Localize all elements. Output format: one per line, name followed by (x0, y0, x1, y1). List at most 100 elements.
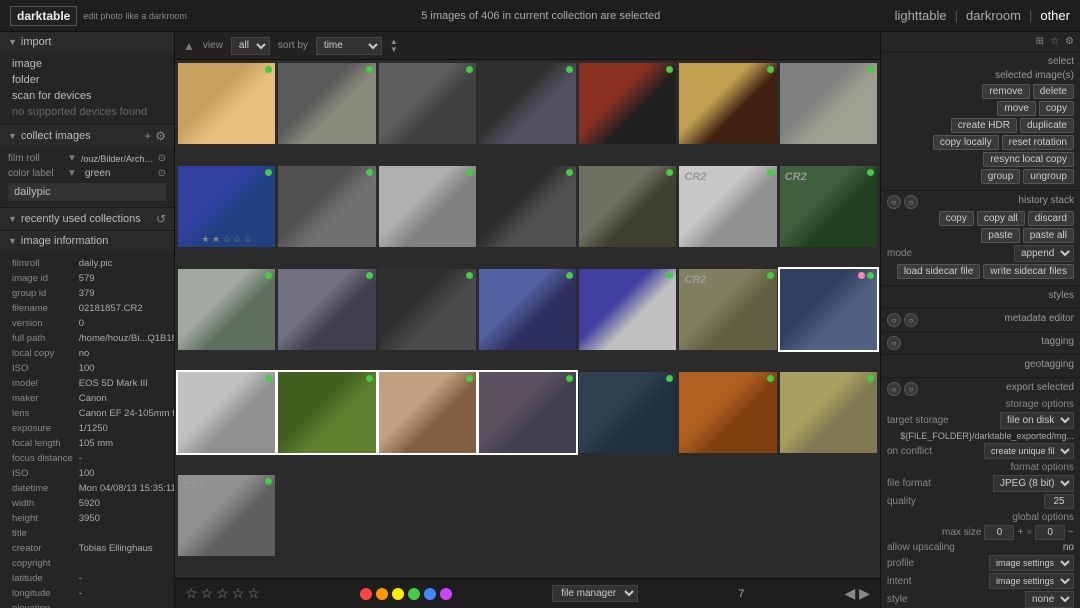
discard-button[interactable]: discard (1028, 211, 1074, 226)
nav-lighttable[interactable]: lighttable (895, 8, 947, 23)
right-gear-icon[interactable]: ⚙ (1065, 36, 1074, 47)
target-select[interactable]: file on disk (1000, 412, 1074, 429)
profile-select[interactable]: image settings (989, 555, 1074, 571)
conflict-select[interactable]: create unique filename (984, 443, 1074, 459)
photo-cell[interactable]: ★ ★ ☆ ☆ ☆ (178, 166, 275, 247)
photo-cell[interactable]: CR2 (178, 475, 275, 556)
photo-cell[interactable] (278, 269, 375, 350)
star-4[interactable]: ☆ (232, 585, 245, 602)
color-green[interactable] (408, 588, 420, 600)
collect-header[interactable]: ▼ collect images + ⚙ (0, 125, 174, 147)
mode-select[interactable]: append replace (1014, 245, 1074, 262)
copy-hist-button[interactable]: copy (939, 211, 974, 226)
scroll-right-icon[interactable]: ▶ (859, 585, 870, 601)
quality-input[interactable] (1044, 494, 1074, 509)
minus-icon[interactable]: − (1068, 527, 1074, 538)
copy-locally-button[interactable]: copy locally (933, 135, 999, 150)
photo-cell[interactable] (379, 269, 476, 350)
recently-header[interactable]: ▼ recently used collections ↺ (0, 208, 174, 230)
file-manager-select[interactable]: file manager (552, 585, 638, 602)
move-button[interactable]: move (997, 101, 1035, 116)
photo-cell[interactable]: CR2 (679, 269, 776, 350)
nav-darkroom[interactable]: darkroom (966, 8, 1021, 23)
color-blue[interactable] (424, 588, 436, 600)
recently-refresh-icon[interactable]: ↺ (156, 212, 166, 226)
sort-direction[interactable]: ▲ ▼ (390, 38, 398, 54)
right-grid-icon[interactable]: ⊞ (1036, 36, 1044, 47)
import-header[interactable]: ▼ import (0, 32, 174, 52)
photo-cell[interactable]: CR2 (679, 166, 776, 247)
color-yellow[interactable] (392, 588, 404, 600)
photo-cell[interactable] (479, 269, 576, 350)
create-hdr-button[interactable]: create HDR (951, 118, 1017, 133)
copy-button[interactable]: copy (1039, 101, 1074, 116)
write-sidecar-button[interactable]: write sidecar files (983, 264, 1074, 279)
photo-cell[interactable] (479, 372, 576, 453)
photo-cell[interactable] (780, 372, 877, 453)
photo-cell[interactable] (479, 63, 576, 144)
photo-cell[interactable] (479, 166, 576, 247)
import-scan[interactable]: scan for devices (8, 88, 166, 104)
scroll-left-icon[interactable]: ◀ (845, 585, 856, 601)
collect-settings-icon[interactable]: ⚙ (155, 129, 166, 143)
meta-toggle-1[interactable]: ○ (887, 313, 901, 327)
photo-cell[interactable]: CR2 (780, 166, 877, 247)
photo-cell[interactable] (379, 63, 476, 144)
photo-cell[interactable] (178, 269, 275, 350)
export-toggle-2[interactable]: ○ (904, 382, 918, 396)
sort-select[interactable]: time filename rating (316, 37, 382, 55)
photo-cell[interactable] (379, 166, 476, 247)
photo-cell[interactable] (178, 63, 275, 144)
photo-cell[interactable] (278, 63, 375, 144)
photo-cell[interactable] (379, 372, 476, 453)
reset-rotation-button[interactable]: reset rotation (1002, 135, 1074, 150)
photo-cell[interactable] (178, 372, 275, 453)
load-sidecar-button[interactable]: load sidecar file (897, 264, 980, 279)
format-select[interactable]: JPEG (8 bit) (993, 475, 1074, 492)
color-purple[interactable] (440, 588, 452, 600)
photo-cell[interactable] (780, 63, 877, 144)
meta-toggle-2[interactable]: ○ (904, 313, 918, 327)
star-1[interactable]: ☆ (185, 585, 198, 602)
max-h-input[interactable] (1035, 525, 1065, 540)
right-star-icon[interactable]: ☆ (1050, 36, 1059, 47)
image-info-header[interactable]: ▼ image information (0, 231, 174, 251)
plus-icon[interactable]: + (1017, 527, 1023, 538)
import-folder[interactable]: folder (8, 72, 166, 88)
color-orange[interactable] (376, 588, 388, 600)
photo-cell[interactable] (780, 269, 877, 350)
photo-cell[interactable] (579, 166, 676, 247)
photo-cell[interactable] (278, 372, 375, 453)
scroll-arrows[interactable]: ◀ ▶ (845, 585, 870, 602)
history-toggle-1[interactable]: ○ (887, 195, 901, 209)
export-toggle-1[interactable]: ○ (887, 382, 901, 396)
intent-select[interactable]: image settings (989, 573, 1074, 589)
duplicate-button[interactable]: duplicate (1020, 118, 1074, 133)
paste-all-button[interactable]: paste all (1023, 228, 1074, 243)
bottom-stars[interactable]: ☆ ☆ ☆ ☆ ☆ (185, 585, 260, 602)
view-select[interactable]: all (231, 37, 270, 55)
remove-button[interactable]: remove (982, 84, 1029, 99)
photo-cell[interactable] (679, 372, 776, 453)
delete-button[interactable]: delete (1033, 84, 1074, 99)
nav-other[interactable]: other (1040, 8, 1070, 23)
scroll-up-icon[interactable]: ▲ (183, 39, 195, 53)
photo-cell[interactable] (679, 63, 776, 144)
copy-all-button[interactable]: copy all (977, 211, 1025, 226)
max-w-input[interactable] (984, 525, 1014, 540)
color-red[interactable] (360, 588, 372, 600)
photo-cell[interactable] (278, 166, 375, 247)
group-button[interactable]: group (981, 169, 1021, 184)
ungroup-button[interactable]: ungroup (1023, 169, 1074, 184)
star-5[interactable]: ☆ (247, 585, 260, 602)
history-toggle-2[interactable]: ○ (904, 195, 918, 209)
import-image[interactable]: image (8, 56, 166, 72)
star-2[interactable]: ☆ (201, 585, 214, 602)
photo-cell[interactable] (579, 372, 676, 453)
paste-button[interactable]: paste (981, 228, 1019, 243)
resync-button[interactable]: resync local copy (983, 152, 1074, 167)
tagging-toggle[interactable]: ○ (887, 336, 901, 350)
photo-cell[interactable] (579, 63, 676, 144)
star-3[interactable]: ☆ (216, 585, 229, 602)
collect-add-icon[interactable]: + (144, 129, 151, 143)
